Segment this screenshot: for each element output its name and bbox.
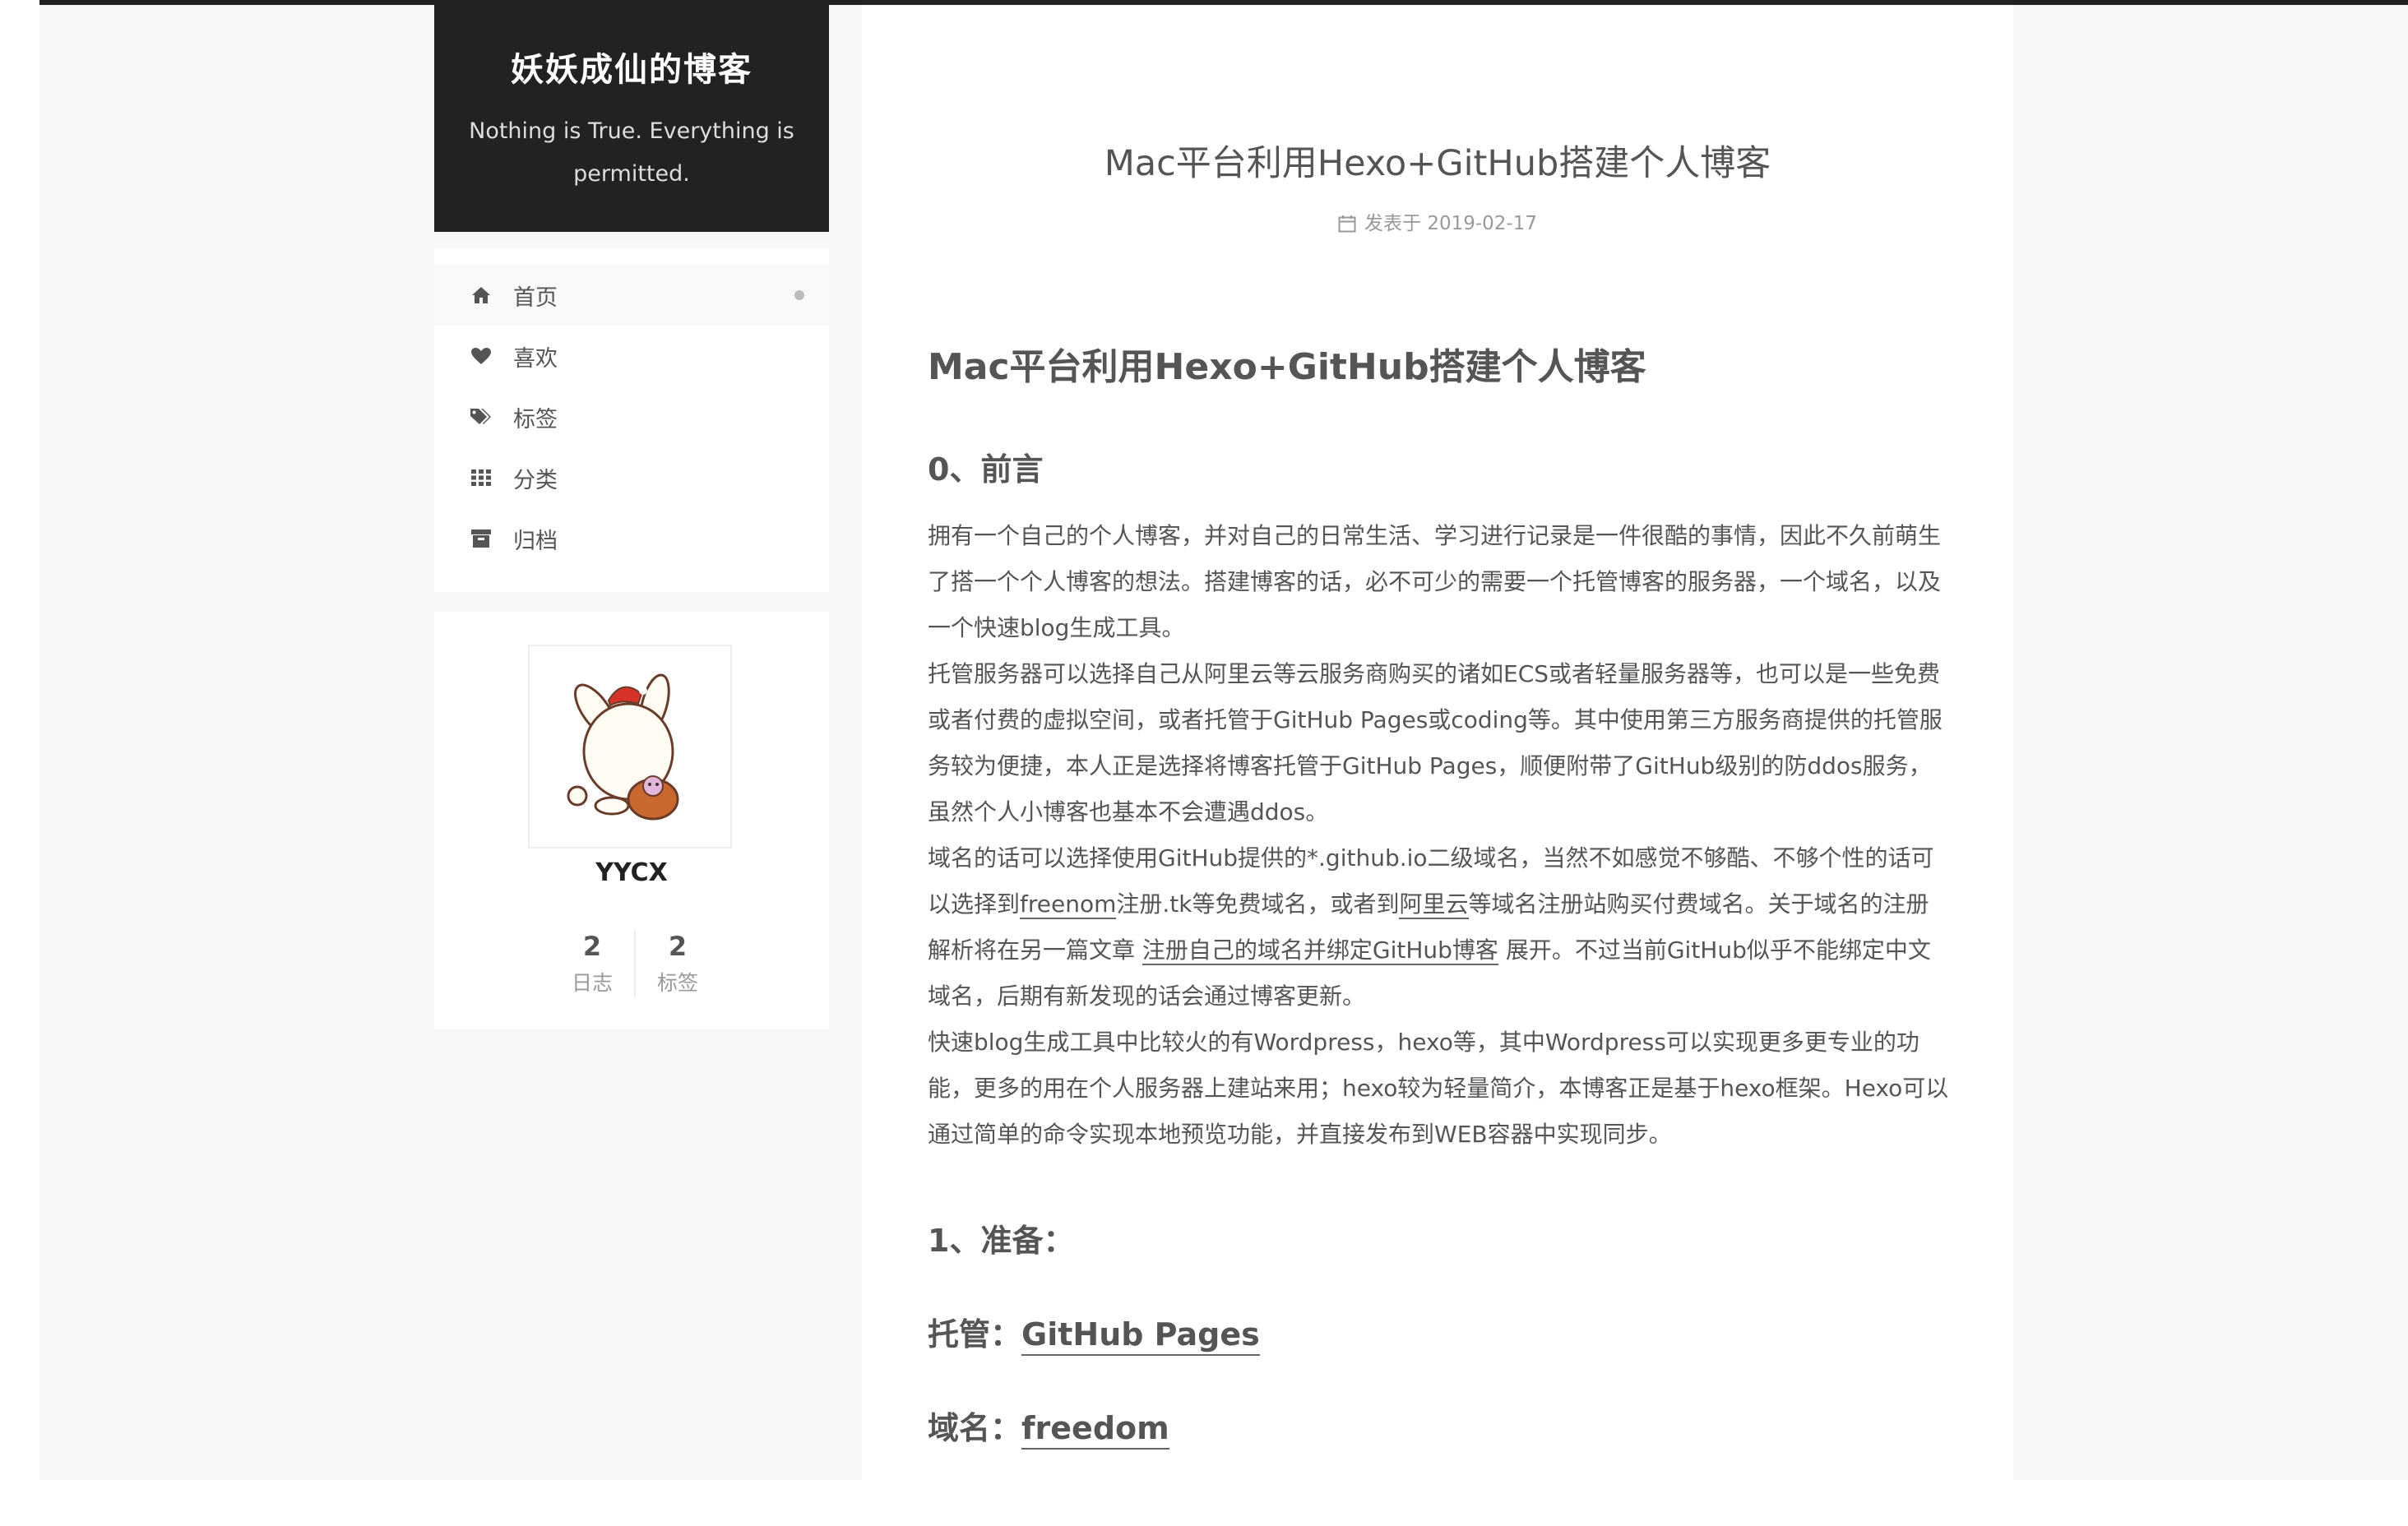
tags-count[interactable]: 2 标签 <box>637 931 719 997</box>
post-date: 2019-02-17 <box>1427 213 1537 234</box>
post-heading: Mac平台利用Hexo+GitHub搭建个人博客 <box>928 346 1646 388</box>
tags-count-label: 标签 <box>656 971 698 995</box>
register-domain-article-link[interactable]: 注册自己的域名并绑定GitHub博客 <box>1141 936 1498 965</box>
menu-label-archives: 归档 <box>513 528 558 554</box>
post-meta: 发表于 2019-02-17 <box>862 207 2013 235</box>
active-indicator-dot <box>794 290 804 300</box>
site-subtitle: Nothing is True. Everything is permitted… <box>469 118 794 187</box>
tags-count-value: 2 <box>668 931 688 962</box>
freedom-link[interactable]: freedom <box>1021 1410 1169 1450</box>
section-heading-preface: 0、前言 <box>928 451 1044 488</box>
home-icon <box>469 286 493 304</box>
menu-label-categories: 分类 <box>513 467 558 493</box>
tags-icon <box>469 408 493 426</box>
menu-label-home: 首页 <box>513 284 558 311</box>
menu-item-archives[interactable]: 归档 <box>434 508 829 569</box>
hosting-label: 托管： <box>928 1316 1022 1353</box>
avatar <box>528 645 732 849</box>
paragraph-2: 托管服务器可以选择自己从阿里云等云服务商购买的诸如ECS或者轻量服务器等，也可以… <box>928 660 1943 825</box>
hosting-line: 托管：GitHub Pages <box>928 1309 1260 1356</box>
post-title[interactable]: Mac平台利用Hexo+GitHub搭建个人博客 <box>862 135 2013 186</box>
menu-item-tags[interactable]: 标签 <box>434 386 829 447</box>
section-heading-preparation: 1、准备： <box>928 1223 1075 1259</box>
site-brand: 妖妖成仙的博客 Nothing is True. Everything is p… <box>434 5 829 232</box>
paragraph-4: 快速blog生成工具中比较火的有Wordpress，hexo等，其中Wordpr… <box>928 1029 1949 1148</box>
stats-divider <box>634 929 636 998</box>
posts-count-value: 2 <box>582 931 602 962</box>
author-name: YYCX <box>595 858 668 887</box>
heart-icon <box>469 347 493 365</box>
freenom-link[interactable]: freenom <box>1020 890 1117 919</box>
menu-item-favorites[interactable]: 喜欢 <box>434 326 829 386</box>
site-title[interactable]: 妖妖成仙的博客 <box>434 43 829 90</box>
menu-item-home[interactable]: 首页 <box>434 265 829 326</box>
calendar-icon <box>1338 215 1356 233</box>
posts-count-label: 日志 <box>571 971 613 995</box>
paragraph-3: 域名的话可以选择使用GitHub提供的*.github.io二级域名，当然不如感… <box>928 835 1952 1020</box>
domain-label: 域名： <box>928 1410 1022 1446</box>
sidebar-menu: 首页 喜欢 标签 分类 归档 <box>434 248 829 592</box>
menu-label-tags: 标签 <box>513 406 558 432</box>
posts-count[interactable]: 2 日志 <box>551 931 633 997</box>
paragraph-3-text-2: 注册.tk等免费域名，或者到 <box>1116 890 1400 918</box>
post-container: Mac平台利用Hexo+GitHub搭建个人博客 发表于 2019-02-17 … <box>862 5 2013 1480</box>
paragraph-1: 拥有一个自己的个人博客，并对自己的日常生活、学习进行记录是一件很酷的事情，因此不… <box>928 522 1942 641</box>
author-overview: YYCX 2 日志 2 标签 <box>434 612 829 1029</box>
aliyun-link[interactable]: 阿里云 <box>1399 890 1469 919</box>
post-meta-prefix: 发表于 <box>1364 213 1421 234</box>
th-icon <box>469 469 493 486</box>
menu-item-categories[interactable]: 分类 <box>434 447 829 508</box>
github-pages-link[interactable]: GitHub Pages <box>1021 1316 1260 1356</box>
domain-line: 域名：freedom <box>928 1403 1169 1450</box>
archive-icon <box>469 529 493 548</box>
menu-label-favorites: 喜欢 <box>513 345 558 372</box>
bunny-avatar-image <box>567 673 679 821</box>
